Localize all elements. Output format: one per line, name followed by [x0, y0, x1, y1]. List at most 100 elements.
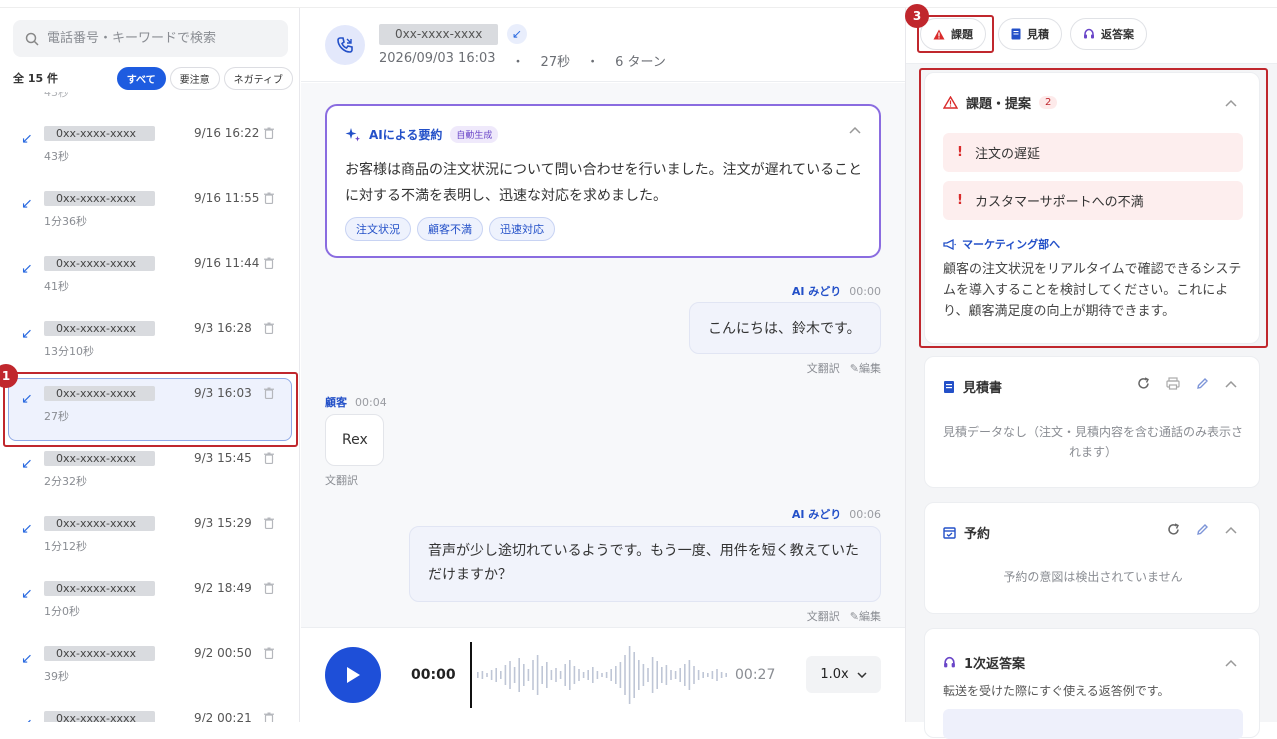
trash-icon[interactable]: [264, 647, 274, 659]
message-actions: 文翻訳: [325, 472, 358, 488]
trash-icon[interactable]: [264, 127, 274, 139]
call-list-item[interactable]: ↙ 0xx-xxxx-xxxx 9/16 11:55 1分36秒: [0, 186, 299, 251]
search-box[interactable]: [13, 20, 288, 57]
waveform-bar: [674, 671, 677, 679]
highlight-selected-call: [3, 372, 298, 447]
search-input[interactable]: [47, 31, 267, 46]
message-bubble: こんにちは、鈴木です。: [689, 302, 881, 354]
reservation-card: 予約 予約の意図は検出されていません: [924, 502, 1260, 614]
trash-icon[interactable]: [264, 322, 274, 334]
waveform-bar: [661, 667, 663, 683]
incoming-arrow-icon: ↙: [21, 456, 33, 472]
call-list-item[interactable]: ↙ 0xx-xxxx-xxxx 9/16 16:22 43秒: [0, 121, 299, 186]
waveform-bar: [605, 672, 608, 678]
edit-button[interactable]: ✎編集: [850, 608, 881, 624]
call-list-item[interactable]: ↙ 0xx-xxxx-xxxx 9/3 15:29 1分12秒: [0, 511, 299, 576]
waveform-bar: [693, 666, 695, 684]
analysis-panel: 課題 見積 返答案 課題・提案 2 ! 注文の遅延 ! カスタマーサポートへの不満 …: [905, 0, 1277, 739]
document-icon: [1011, 28, 1021, 40]
print-icon[interactable]: [1166, 377, 1180, 390]
waveform-bar: [642, 664, 645, 686]
filter-negative[interactable]: ネガティブ: [223, 66, 293, 90]
message-actions: 文翻訳 ✎編集: [807, 608, 881, 624]
call-datetime: 9/2 00:21: [194, 711, 252, 722]
call-datetime: 9/16 11:44: [194, 256, 260, 270]
trash-icon[interactable]: [264, 517, 274, 529]
refresh-icon[interactable]: [1137, 377, 1150, 390]
filter-all[interactable]: すべて: [116, 66, 166, 90]
collapse-chevron-icon[interactable]: [1225, 659, 1237, 667]
filter-caution[interactable]: 要注意: [169, 66, 220, 90]
play-button[interactable]: [325, 647, 381, 703]
reservation-actions: [1167, 523, 1237, 536]
edit-icon[interactable]: [1196, 377, 1209, 390]
caller-number: 0xx-xxxx-xxxx: [44, 321, 155, 336]
call-list-item[interactable]: ↙ 0xx-xxxx-xxxx 9/2 18:49 1分0秒: [0, 576, 299, 641]
speaker-label: AI みどり 00:00: [792, 283, 881, 299]
incoming-arrow-icon: ↙: [21, 651, 33, 667]
speaker-label: 顧客 00:04: [325, 394, 387, 410]
trash-icon[interactable]: [264, 257, 274, 269]
caller-number: 0xx-xxxx-xxxx: [44, 126, 155, 141]
waveform-bar: [569, 660, 571, 690]
reply-description: 転送を受けた際にすぐ使える返答例です。: [943, 684, 1170, 698]
collapse-chevron-icon[interactable]: [849, 126, 861, 134]
separator: ・: [586, 55, 600, 70]
tab-reply[interactable]: 返答案: [1070, 18, 1147, 50]
reservation-header: 予約: [943, 523, 990, 542]
translate-button[interactable]: 文翻訳: [325, 472, 358, 488]
refresh-icon[interactable]: [1167, 523, 1180, 536]
waveform-bar: [670, 670, 672, 680]
call-list-item[interactable]: ↙ 0xx-xxxx-xxxx 9/16 11:44 41秒: [0, 251, 299, 316]
waveform-bar: [592, 667, 594, 683]
call-datetime: 9/3 16:28: [194, 321, 252, 335]
call-duration: 41秒: [44, 280, 69, 293]
call-datetime: 9/16 16:22: [194, 126, 260, 140]
trash-icon[interactable]: [264, 712, 274, 722]
call-list-item[interactable]: ↙ 0xx-xxxx-xxxx 9/2 00:21: [0, 706, 299, 722]
waveform[interactable]: [469, 642, 733, 708]
tab-estimate[interactable]: 見積: [998, 18, 1062, 50]
waveform-bar: [688, 660, 691, 690]
reservation-empty: 予約の意図は検出されていません: [1003, 570, 1183, 584]
message-bubble: Rex: [325, 414, 384, 466]
collapse-chevron-icon[interactable]: [1225, 377, 1237, 390]
tag: 顧客不満: [417, 217, 483, 241]
waveform-bar: [707, 673, 709, 677]
translate-button[interactable]: 文翻訳: [807, 608, 840, 624]
edit-icon[interactable]: [1196, 523, 1209, 536]
waveform-bar: [651, 657, 654, 693]
waveform-bar: [711, 671, 714, 679]
call-datetime: 9/2 18:49: [194, 581, 252, 595]
waveform-bar: [532, 660, 534, 690]
headset-icon: [1083, 28, 1095, 40]
tab-label: 返答案: [1101, 28, 1134, 41]
speed-select[interactable]: 1.0x: [806, 656, 881, 693]
highlight-issues: [919, 68, 1268, 348]
reply-title: 1次返答案: [964, 657, 1026, 672]
waveform-bar: [559, 671, 562, 679]
waveform-bar: [628, 646, 631, 704]
incoming-arrow-icon: ↙: [21, 131, 33, 147]
summary-header: AIによる要約 自動生成: [345, 126, 499, 143]
incoming-arrow-icon: ↙: [21, 196, 33, 212]
caller-number: 0xx-xxxx-xxxx: [44, 581, 155, 596]
waveform-bar: [509, 661, 511, 689]
caller-number: 0xx-xxxx-xxxx: [44, 451, 155, 466]
waveform-bar: [523, 664, 525, 686]
trash-icon[interactable]: [264, 582, 274, 594]
waveform-bar: [555, 668, 557, 682]
call-list-item[interactable]: ↙ 0xx-xxxx-xxxx 9/2 00:50 39秒: [0, 641, 299, 706]
estimate-card: 見積書 見積データなし（注文・見積内容を含む通話のみ表示されます）: [924, 356, 1260, 488]
reply-header: 1次返答案: [943, 653, 1025, 672]
trash-icon[interactable]: [264, 452, 274, 464]
translate-button[interactable]: 文翻訳: [807, 360, 840, 376]
edit-button[interactable]: ✎編集: [850, 360, 881, 376]
call-list-item[interactable]: ↙ 0xx-xxxx-xxxx 9/3 15:45 2分32秒: [0, 446, 299, 511]
waveform-bar: [647, 668, 649, 682]
waveform-bar: [504, 665, 507, 685]
waveform-bar: [702, 672, 704, 678]
marker-3: 3: [905, 4, 929, 28]
trash-icon[interactable]: [264, 192, 274, 204]
collapse-chevron-icon[interactable]: [1225, 523, 1237, 536]
